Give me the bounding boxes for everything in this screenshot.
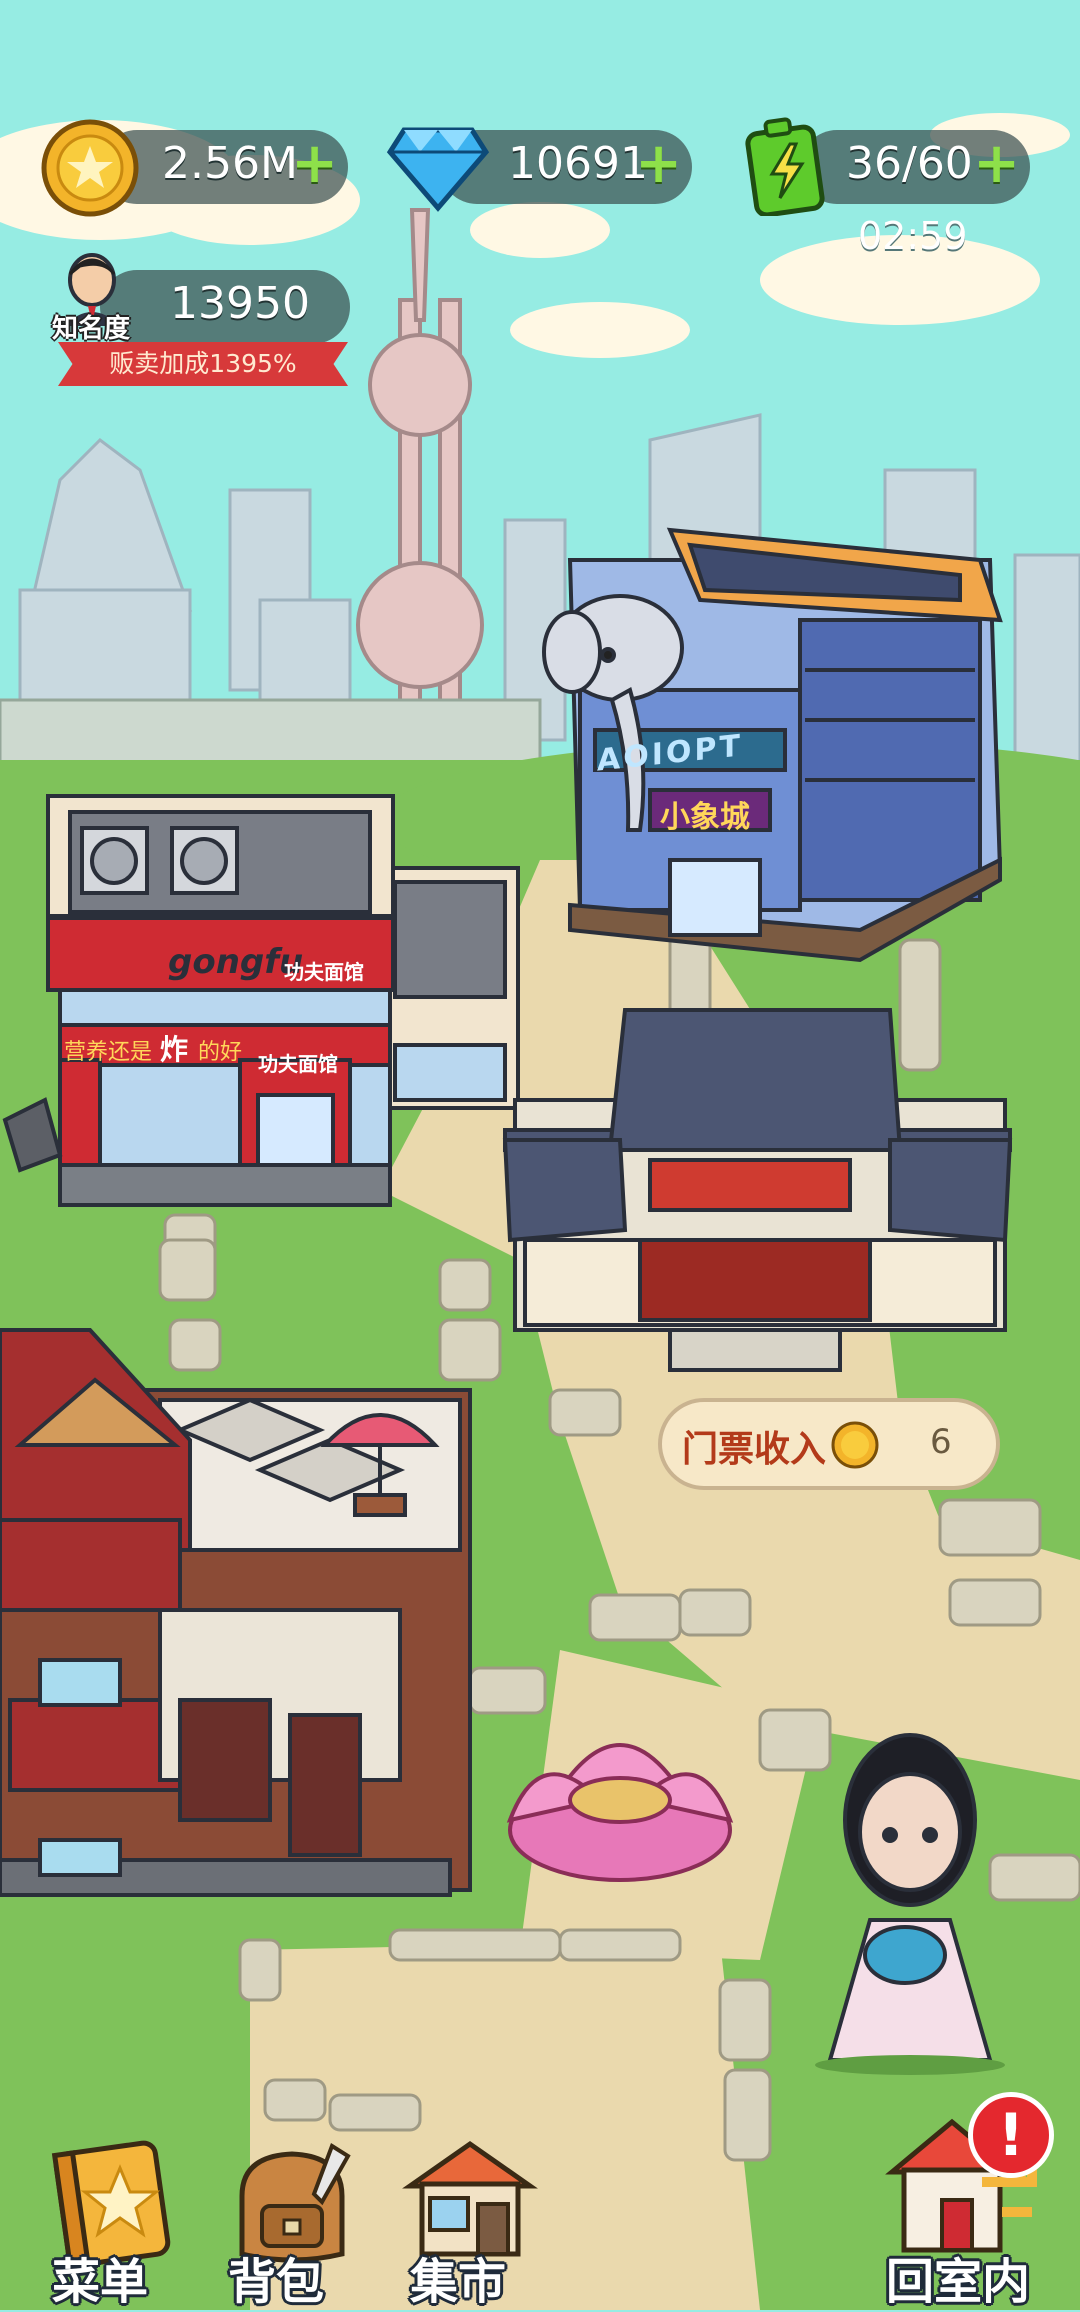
mall-sign[interactable]: 小象城 [660, 792, 750, 836]
noodle-name-top: 功夫面馆 [284, 960, 364, 984]
noodle-name-door: 功夫面馆 [258, 1052, 338, 1076]
energy-timer: 02:59 [858, 214, 968, 258]
ticket-income-value: 6 [930, 1422, 952, 1462]
market-button[interactable]: 集市 [390, 2130, 550, 2310]
add-coins-button[interactable]: + [291, 134, 338, 194]
go-indoor-label: 回室内 [886, 2254, 1031, 2310]
noodle-slogan-c: 的好 [198, 1040, 243, 1065]
menu-label: 菜单 [52, 2254, 149, 2310]
menu-button[interactable]: 菜单 [30, 2130, 190, 2310]
battery-icon [745, 117, 825, 216]
alert-badge: ! [968, 2092, 1054, 2178]
go-indoor-button[interactable]: ! 回室内 [872, 2092, 1072, 2310]
backpack-button[interactable]: 背包 [210, 2130, 370, 2310]
energy-value: 36/60 [846, 138, 973, 189]
gem-value: 10691 [508, 138, 648, 189]
noodle-slogan-a: 营养还是 [64, 1040, 153, 1065]
sale-bonus-ribbon: 贩卖加成1395% [58, 342, 348, 386]
noodle-slogan-b: 炸 [160, 1033, 189, 1066]
energy-counter[interactable]: 36/60 + [800, 130, 1030, 204]
coin-small-icon [831, 1421, 879, 1469]
market-label: 集市 [410, 2254, 507, 2310]
diamond-icon [386, 127, 490, 212]
add-energy-button[interactable]: + [973, 134, 1020, 194]
coin-value: 2.56M [162, 138, 298, 189]
fame-value: 13950 [170, 278, 310, 329]
add-gems-button[interactable]: + [635, 134, 682, 194]
alert-mark: ! [997, 2101, 1025, 2169]
ticket-income-bubble[interactable]: 门票收入 6 [658, 1398, 1000, 1490]
fame-counter[interactable]: 13950 [100, 270, 350, 344]
gold-coin-icon [41, 119, 139, 217]
backpack-label: 背包 [228, 2254, 325, 2310]
noodle-brand: gongfu [168, 942, 304, 982]
brick-house [0, 1328, 472, 1897]
fame-label: 知名度 [52, 314, 131, 344]
ticket-income-label: 门票收入 [682, 1429, 827, 1470]
